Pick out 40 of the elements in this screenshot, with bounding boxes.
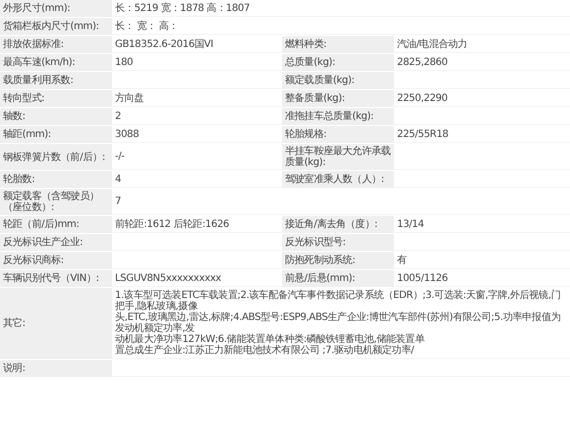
field-label: 整备质量(kg):	[282, 90, 394, 107]
field-value: 长： 宽： 高：	[112, 18, 570, 35]
field-label: 总质量(kg):	[282, 54, 394, 71]
text-line: 头,ETC,玻璃黑边,雷达,标牌;4.ABS型号:ESP9,ABS生产企业:博世汽车部件(苏州)有限公司;5.功率申报值为发动机额定功率,发	[115, 312, 562, 334]
field-label: 其它:	[0, 288, 112, 359]
field-label: 防抱死制动系统:	[282, 252, 394, 269]
field-value: 汽油/电混合动力	[394, 36, 570, 53]
field-label: 货箱栏板内尺寸(mm):	[0, 18, 112, 35]
field-label: 半挂车鞍座最大允许承载质量(kg):	[282, 144, 394, 170]
field-label: 轴数:	[0, 108, 112, 125]
field-label: 外形尺寸(mm):	[0, 0, 112, 17]
field-value: 前轮距:1612 后轮距:1626	[112, 216, 282, 233]
field-label: 轴距(mm):	[0, 126, 112, 143]
field-value: 有	[394, 252, 570, 269]
field-label: 反光标识生产企业:	[0, 234, 112, 251]
field-label: 燃料种类:	[282, 36, 394, 53]
field-label: 接近角/离去角（度）:	[282, 216, 394, 233]
field-label: 钢板弹簧片数（前/后）:	[0, 144, 112, 170]
field-label: 驾驶室准乘人数（人）:	[282, 171, 394, 188]
field-label: 轮胎规格:	[282, 126, 394, 143]
text-line: 1.该车型可选装ETC车载装置;2.该车配备汽车事件数据记录系统（EDR）;3.可选装:天窗,字牌,外后视镜,门把手,隐私玻璃,摄像	[115, 290, 562, 312]
field-value: 长：5219 宽：1878 高：1807	[112, 0, 570, 17]
field-label: 反光标识商标:	[0, 252, 112, 269]
field-label: 最高车速(km/h):	[0, 54, 112, 71]
text-line: 动机最大净功率127kW;6.储能装置单体种类:磷酸铁锂蓄电池,储能装置单	[115, 334, 426, 345]
field-label: 车辆识别代号（VIN）:	[0, 270, 112, 287]
field-label: 说明:	[0, 360, 112, 377]
field-label: 准拖挂车总质量(kg):	[282, 108, 394, 125]
field-label: 转向型式:	[0, 90, 112, 107]
field-label: 额定载客（含驾驶员）（座位数）:	[0, 189, 112, 215]
field-label: 轮胎数:	[0, 171, 112, 188]
field-label: 额定载质量(kg):	[282, 72, 394, 89]
field-label: 反光标识型号:	[282, 234, 394, 251]
field-label: 前悬/后悬(mm):	[282, 270, 394, 287]
text-line: 置总成生产企业:江苏正力新能电池技术有限公司 ;7.驱动电机额定功率/	[115, 345, 416, 356]
field-label: 排放依据标准:	[0, 36, 112, 53]
field-value: GB18352.6-2016国VI	[112, 36, 282, 53]
field-label: 轮距（前/后)mm:	[0, 216, 112, 233]
field-value: 方向盘	[112, 90, 282, 107]
field-label: 载质量利用系数:	[0, 72, 112, 89]
